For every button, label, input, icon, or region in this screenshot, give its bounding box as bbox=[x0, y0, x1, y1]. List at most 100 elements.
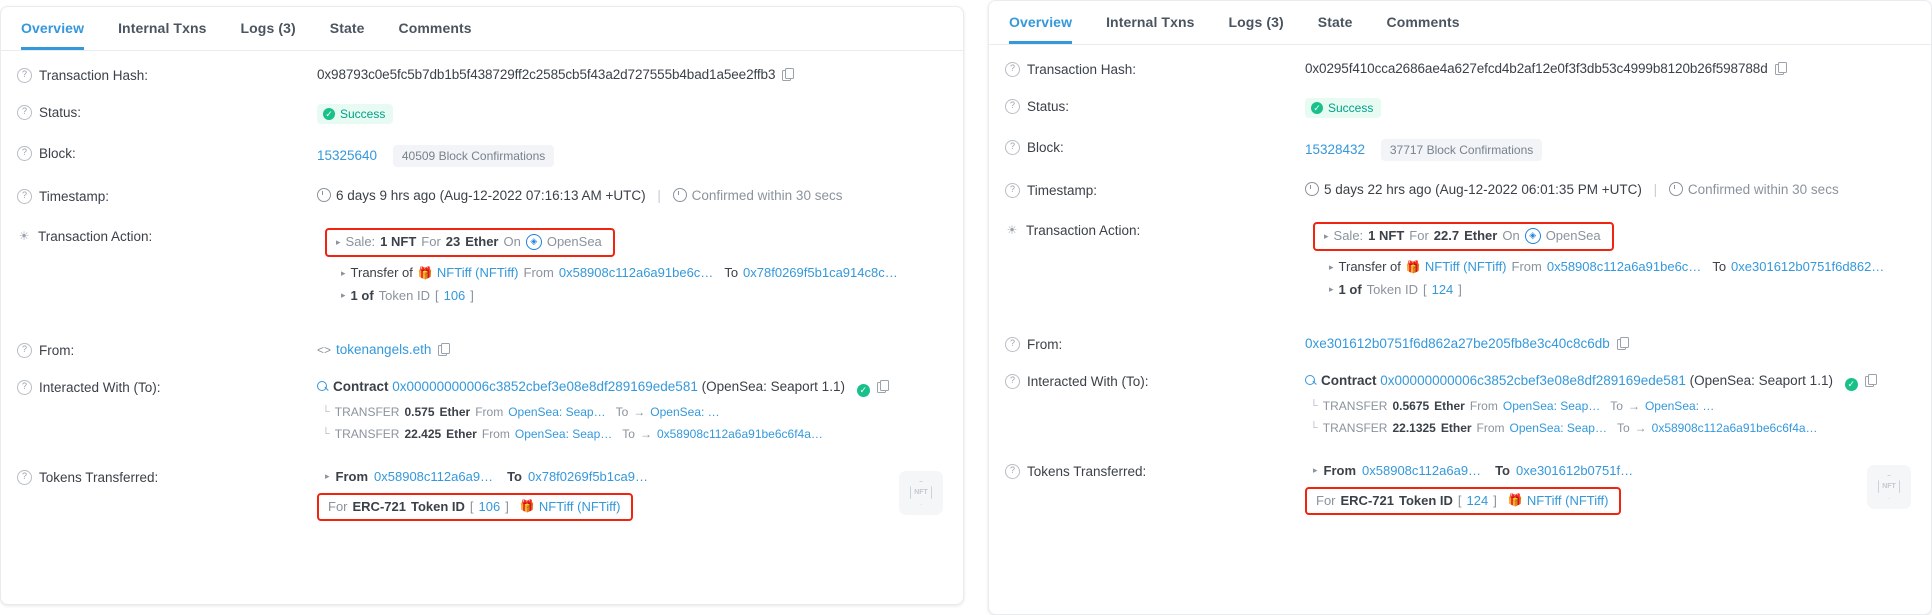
erc721-word: ERC-721 bbox=[352, 498, 406, 514]
tokens-token-id[interactable]: 106 bbox=[479, 499, 501, 514]
copy-icon[interactable] bbox=[1616, 336, 1629, 350]
row-interacted-with: ? Interacted With (To): Contract 0x00000… bbox=[17, 379, 943, 441]
tokens-to-address[interactable]: 0xe301612b0751f… bbox=[1516, 463, 1633, 478]
transfer-of-word: Transfer of bbox=[1338, 259, 1401, 275]
caret-right-icon[interactable]: ▸ bbox=[341, 268, 346, 278]
tab-state[interactable]: State bbox=[330, 20, 365, 50]
label-interacted-with: ? Interacted With (To): bbox=[1005, 373, 1305, 389]
tab-comments[interactable]: Comments bbox=[398, 20, 471, 50]
contract-line: Contract 0x00000000006c3852cbef3e08e8df2… bbox=[1305, 373, 1911, 391]
label-transaction-hash: ? Transaction Hash: bbox=[17, 67, 317, 83]
token-id-bracket-close: ] bbox=[1493, 492, 1497, 508]
tab-logs[interactable]: Logs (3) bbox=[1229, 14, 1284, 44]
tokens-from-address[interactable]: 0x58908c112a6a9… bbox=[1362, 463, 1481, 478]
transfer-from-link[interactable]: OpenSea: Seap… bbox=[508, 405, 605, 419]
help-icon[interactable]: ? bbox=[1005, 62, 1020, 77]
help-icon[interactable]: ? bbox=[17, 379, 32, 395]
caret-right-icon[interactable]: ▸ bbox=[325, 471, 330, 481]
help-icon[interactable]: ? bbox=[1005, 99, 1020, 114]
tokens-token-name[interactable]: NFTiff (NFTiff) bbox=[539, 499, 621, 514]
internal-transfer-row: └ TRANSFER 22.425 Ether From OpenSea: Se… bbox=[317, 427, 943, 441]
token-id-value[interactable]: 106 bbox=[444, 289, 466, 303]
token-id-value[interactable]: 124 bbox=[1432, 283, 1454, 297]
label-transaction-action: ☀ Transaction Action: bbox=[17, 228, 317, 244]
magnifier-icon[interactable] bbox=[1305, 374, 1317, 387]
transfer-to-address[interactable]: 0x78f0269f5b1ca914c8c… bbox=[743, 266, 898, 280]
token-name-link[interactable]: NFTiff (NFTiff) bbox=[437, 266, 519, 280]
transfer-from-link[interactable]: OpenSea: Seap… bbox=[1503, 399, 1600, 413]
label-text: Timestamp: bbox=[39, 189, 110, 204]
tab-internal-txns[interactable]: Internal Txns bbox=[1106, 14, 1194, 44]
tab-overview[interactable]: Overview bbox=[1009, 14, 1073, 44]
magnifier-icon[interactable] bbox=[317, 380, 329, 393]
label-text: From: bbox=[39, 342, 75, 358]
lightbulb-icon: ☀ bbox=[1006, 222, 1018, 237]
opensea-icon: ◈ bbox=[525, 234, 542, 250]
help-icon[interactable]: ? bbox=[17, 189, 32, 204]
transfer-to-link[interactable]: OpenSea: … bbox=[1645, 399, 1714, 413]
block-number-link[interactable]: 15328432 bbox=[1305, 142, 1365, 157]
internal-transfer-row: └ TRANSFER 22.1325 Ether From OpenSea: S… bbox=[1305, 421, 1911, 435]
token-name-link[interactable]: NFTiff (NFTiff) bbox=[1425, 260, 1507, 274]
from-word: From bbox=[481, 426, 510, 441]
help-icon[interactable]: ? bbox=[1005, 463, 1020, 479]
timestamp-absolute: (Aug-12-2022 07:16:13 AM +UTC) bbox=[439, 188, 646, 203]
transfer-to-address[interactable]: 0xe301612b0751f6d862… bbox=[1731, 260, 1884, 274]
transfer-from-link[interactable]: OpenSea: Seap… bbox=[1510, 421, 1607, 435]
transfer-to-link[interactable]: 0x58908c112a6a91be6c6f4a… bbox=[657, 427, 823, 441]
copy-icon[interactable] bbox=[1864, 373, 1877, 387]
help-icon[interactable]: ? bbox=[17, 68, 32, 83]
copy-icon[interactable] bbox=[876, 379, 889, 393]
tokens-transferred-lines: ▸ From 0x58908c112a6a9… To 0x78f0269f5b1… bbox=[317, 469, 877, 521]
caret-right-icon[interactable]: ▸ bbox=[1329, 262, 1334, 272]
marketplace-name: OpenSea bbox=[546, 234, 602, 250]
caret-right-icon[interactable]: ▸ bbox=[1313, 465, 1318, 475]
nftiff-token-icon: 🎁 bbox=[519, 499, 535, 514]
caret-right-icon[interactable]: ▸ bbox=[341, 291, 346, 300]
caret-right-icon[interactable]: ▸ bbox=[336, 237, 341, 247]
tab-comments[interactable]: Comments bbox=[1386, 14, 1459, 44]
from-address-link[interactable]: 0xe301612b0751f6d862a27be205fb8e3c40c8c6… bbox=[1305, 336, 1610, 351]
to-word: To bbox=[615, 404, 629, 419]
row-timestamp: ? Timestamp: 6 days 9 hrs ago (Aug-12-20… bbox=[17, 188, 943, 204]
tab-overview[interactable]: Overview bbox=[21, 20, 85, 50]
block-number-link[interactable]: 15325640 bbox=[317, 148, 377, 163]
caret-right-icon[interactable]: ▸ bbox=[1329, 285, 1334, 294]
help-icon[interactable]: ? bbox=[1005, 140, 1020, 155]
transfer-from-address[interactable]: 0x58908c112a6a91be6c… bbox=[1547, 260, 1701, 274]
help-icon[interactable]: ? bbox=[17, 469, 32, 485]
help-icon[interactable]: ? bbox=[17, 146, 32, 161]
tab-logs[interactable]: Logs (3) bbox=[241, 20, 296, 50]
tokens-to-address[interactable]: 0x78f0269f5b1ca9… bbox=[528, 469, 648, 484]
help-icon[interactable]: ? bbox=[1005, 336, 1020, 352]
help-icon[interactable]: ? bbox=[17, 105, 32, 120]
contract-address-link[interactable]: 0x00000000006c3852cbef3e08e8df289169ede5… bbox=[1380, 373, 1686, 388]
tokens-from-address[interactable]: 0x58908c112a6a9… bbox=[374, 469, 493, 484]
label-status: ? Status: bbox=[1005, 98, 1305, 114]
tree-branch-icon: └ bbox=[322, 405, 330, 418]
nft-thumbnail[interactable]: NFT bbox=[899, 470, 943, 515]
transfer-to-link[interactable]: OpenSea: … bbox=[650, 405, 719, 419]
to-word: To bbox=[1610, 398, 1623, 413]
tab-state[interactable]: State bbox=[1318, 14, 1353, 44]
copy-icon[interactable] bbox=[1774, 62, 1787, 75]
contract-address-link[interactable]: 0x00000000006c3852cbef3e08e8df289169ede5… bbox=[392, 379, 698, 394]
transfer-from-address[interactable]: 0x58908c112a6a91be6c… bbox=[559, 266, 713, 280]
caret-right-icon[interactable]: ▸ bbox=[1324, 231, 1329, 241]
tokens-from-to-line: ▸ From 0x58908c112a6a9… To 0x78f0269f5b1… bbox=[317, 469, 877, 484]
from-address-link[interactable]: tokenangels.eth bbox=[336, 342, 431, 357]
copy-icon[interactable] bbox=[782, 68, 795, 81]
nft-thumbnail[interactable]: NFT bbox=[1867, 464, 1911, 509]
help-icon[interactable]: ? bbox=[17, 342, 32, 358]
tree-branch-icon: └ bbox=[1310, 421, 1318, 434]
transfer-from-link[interactable]: OpenSea: Seap… bbox=[515, 427, 612, 441]
tab-internal-txns[interactable]: Internal Txns bbox=[118, 20, 206, 50]
copy-icon[interactable] bbox=[438, 342, 451, 356]
block-confirmations-chip: 37717 Block Confirmations bbox=[1380, 139, 1543, 161]
tokens-token-id[interactable]: 124 bbox=[1467, 493, 1489, 508]
tokens-token-name[interactable]: NFTiff (NFTiff) bbox=[1527, 493, 1609, 508]
transfer-to-link[interactable]: 0x58908c112a6a91be6c6f4a… bbox=[1652, 421, 1818, 435]
help-icon[interactable]: ? bbox=[1005, 373, 1020, 389]
help-icon[interactable]: ? bbox=[1005, 183, 1020, 198]
one-of-word: 1 of bbox=[1338, 282, 1362, 297]
